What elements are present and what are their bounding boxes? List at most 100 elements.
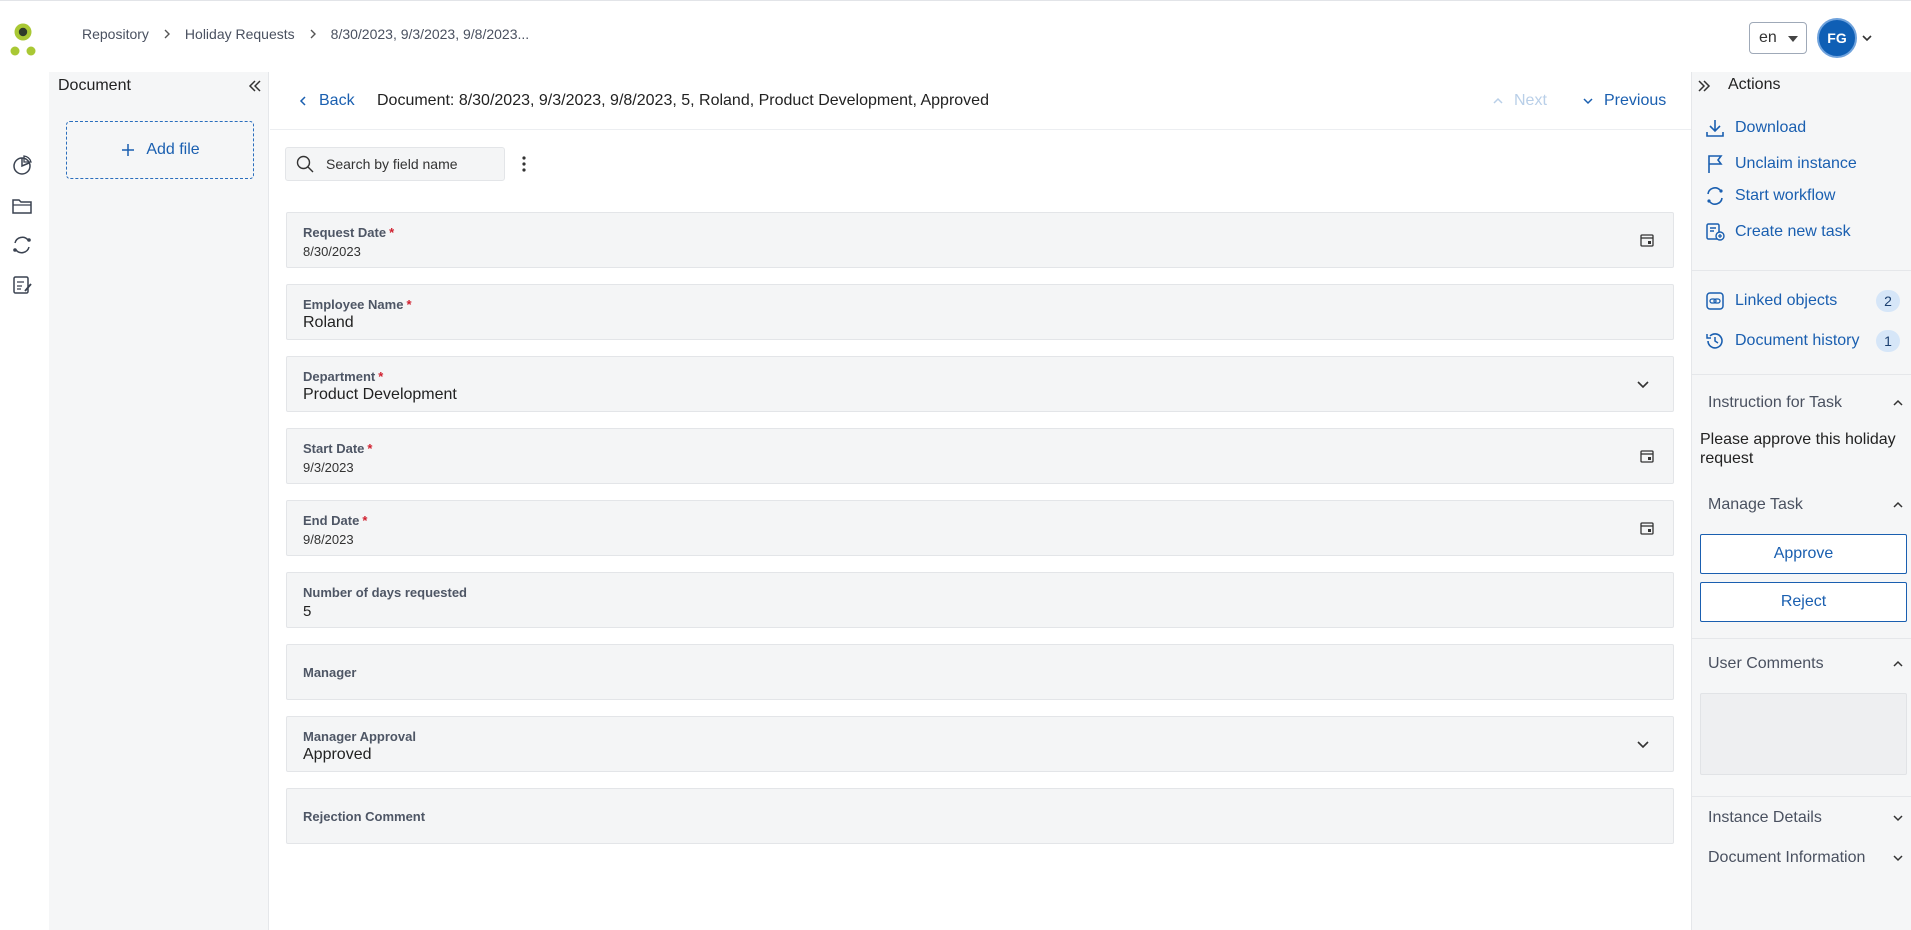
manage-task-header-label: Manage Task: [1708, 496, 1803, 513]
double-chevron-left-icon[interactable]: [247, 78, 263, 94]
more-options-icon[interactable]: [514, 153, 534, 175]
breadcrumb-holiday-requests[interactable]: Holiday Requests: [185, 26, 295, 42]
start-date-field[interactable]: Start Date * 9/3/2023: [286, 428, 1674, 484]
rejection-comment-field[interactable]: Rejection Comment: [286, 788, 1674, 844]
days-requested-field[interactable]: Number of days requested 5: [286, 572, 1674, 628]
breadcrumb-repository[interactable]: Repository: [82, 26, 149, 42]
plus-icon: [122, 144, 135, 156]
days-requested-value: 5: [303, 603, 312, 620]
end-date-field[interactable]: End Date * 9/8/2023: [286, 500, 1674, 556]
chevron-down-icon[interactable]: [1635, 376, 1651, 392]
divider: [1692, 374, 1911, 375]
chevron-down-icon[interactable]: [1635, 736, 1651, 752]
back-button[interactable]: Back: [297, 92, 355, 110]
linked-objects-action[interactable]: Linked objects: [1705, 291, 1837, 311]
new-task-icon: [1706, 223, 1725, 241]
chevron-right-icon: [164, 29, 170, 39]
calendar-icon[interactable]: [1639, 448, 1655, 464]
required-marker: *: [362, 513, 368, 528]
create-new-task-action[interactable]: Create new task: [1705, 222, 1851, 242]
instruction-section-header[interactable]: Instruction for Task: [1708, 394, 1904, 412]
manager-approval-label: Manager Approval: [303, 729, 416, 744]
request-date-label: Request Date *: [303, 225, 395, 240]
user-comments-box[interactable]: [1700, 693, 1907, 775]
department-label: Department *: [303, 369, 384, 384]
divider: [1692, 796, 1911, 797]
chevron-up-icon: [1893, 660, 1903, 667]
user-avatar[interactable]: FG: [1817, 18, 1857, 58]
start-workflow-action[interactable]: Start workflow: [1705, 186, 1835, 206]
tasks-icon[interactable]: [11, 274, 33, 296]
chevron-down-icon[interactable]: [1860, 31, 1874, 45]
back-label: Back: [319, 92, 355, 109]
days-requested-label: Number of days requested: [303, 585, 467, 600]
dashboard-icon[interactable]: [11, 154, 33, 176]
user-comments-header-label: User Comments: [1708, 655, 1824, 672]
divider: [1692, 638, 1911, 639]
document-information-section-header[interactable]: Document Information: [1708, 849, 1904, 867]
left-nav-rail: [0, 72, 49, 930]
chevron-left-icon: [299, 96, 306, 106]
app-logo-icon[interactable]: [8, 21, 38, 57]
department-value: Product Development: [303, 386, 457, 403]
link-icon: [1706, 292, 1724, 310]
language-select[interactable]: en: [1749, 22, 1807, 54]
manage-task-section-header[interactable]: Manage Task: [1708, 496, 1904, 514]
previous-button[interactable]: Previous: [1582, 92, 1666, 110]
start-workflow-label: Start workflow: [1735, 187, 1836, 204]
workflow-icon[interactable]: [11, 234, 33, 256]
end-date-value: 9/8/2023: [303, 532, 354, 547]
required-marker: *: [378, 369, 384, 384]
linked-objects-label: Linked objects: [1735, 292, 1838, 309]
double-chevron-right-icon[interactable]: [1696, 78, 1712, 94]
download-action[interactable]: Download: [1705, 118, 1806, 138]
document-header: Back Document: 8/30/2023, 9/3/2023, 9/8/…: [270, 72, 1691, 130]
calendar-icon[interactable]: [1639, 232, 1655, 248]
workflow-icon: [1707, 187, 1723, 205]
request-date-field[interactable]: Request Date * 8/30/2023: [286, 212, 1674, 268]
breadcrumb-current-document: 8/30/2023, 9/3/2023, 9/8/2023...: [330, 26, 530, 42]
folder-icon[interactable]: [11, 195, 33, 217]
chevron-up-icon: [1493, 97, 1503, 104]
chevron-down-icon: [1893, 855, 1903, 862]
instruction-header-label: Instruction for Task: [1708, 394, 1842, 411]
chevron-up-icon: [1893, 501, 1903, 508]
request-date-value: 8/30/2023: [303, 244, 361, 259]
end-date-label: End Date *: [303, 513, 368, 528]
document-panel: Document Add file: [49, 72, 269, 930]
employee-name-label: Employee Name *: [303, 297, 412, 312]
department-field[interactable]: Department * Product Development: [286, 356, 1674, 412]
required-marker: *: [367, 441, 373, 456]
previous-label: Previous: [1604, 92, 1667, 109]
next-label: Next: [1514, 92, 1547, 109]
required-marker: *: [389, 225, 395, 240]
document-information-header-label: Document Information: [1708, 849, 1866, 866]
search-input[interactable]: [326, 156, 496, 172]
next-button[interactable]: Next: [1492, 92, 1547, 110]
history-icon: [1706, 333, 1723, 349]
start-date-value: 9/3/2023: [303, 460, 354, 475]
employee-name-field[interactable]: Employee Name * Roland: [286, 284, 1674, 340]
flag-icon: [1708, 155, 1723, 173]
linked-objects-count-badge: 2: [1876, 290, 1900, 312]
instance-details-section-header[interactable]: Instance Details: [1708, 809, 1904, 827]
document-panel-title: Document: [58, 77, 131, 94]
unclaim-instance-action[interactable]: Unclaim instance: [1705, 154, 1857, 174]
reject-button[interactable]: Reject: [1700, 582, 1907, 622]
add-file-button[interactable]: Add file: [66, 121, 254, 179]
manager-approval-field[interactable]: Manager Approval Approved: [286, 716, 1674, 772]
download-icon: [1706, 120, 1724, 137]
approve-button[interactable]: Approve: [1700, 534, 1907, 574]
calendar-icon[interactable]: [1639, 520, 1655, 536]
user-comments-section-header[interactable]: User Comments: [1708, 655, 1904, 673]
download-label: Download: [1735, 119, 1807, 136]
search-icon: [296, 155, 314, 173]
document-history-label: Document history: [1735, 332, 1860, 349]
instruction-text: Please approve this holiday request: [1700, 431, 1896, 467]
document-history-action[interactable]: Document history: [1705, 331, 1860, 351]
required-marker: *: [406, 297, 412, 312]
document-history-count-badge: 1: [1876, 330, 1900, 352]
manager-field[interactable]: Manager: [286, 644, 1674, 700]
main-content: Back Document: 8/30/2023, 9/3/2023, 9/8/…: [270, 72, 1691, 930]
instance-details-header-label: Instance Details: [1708, 809, 1822, 826]
